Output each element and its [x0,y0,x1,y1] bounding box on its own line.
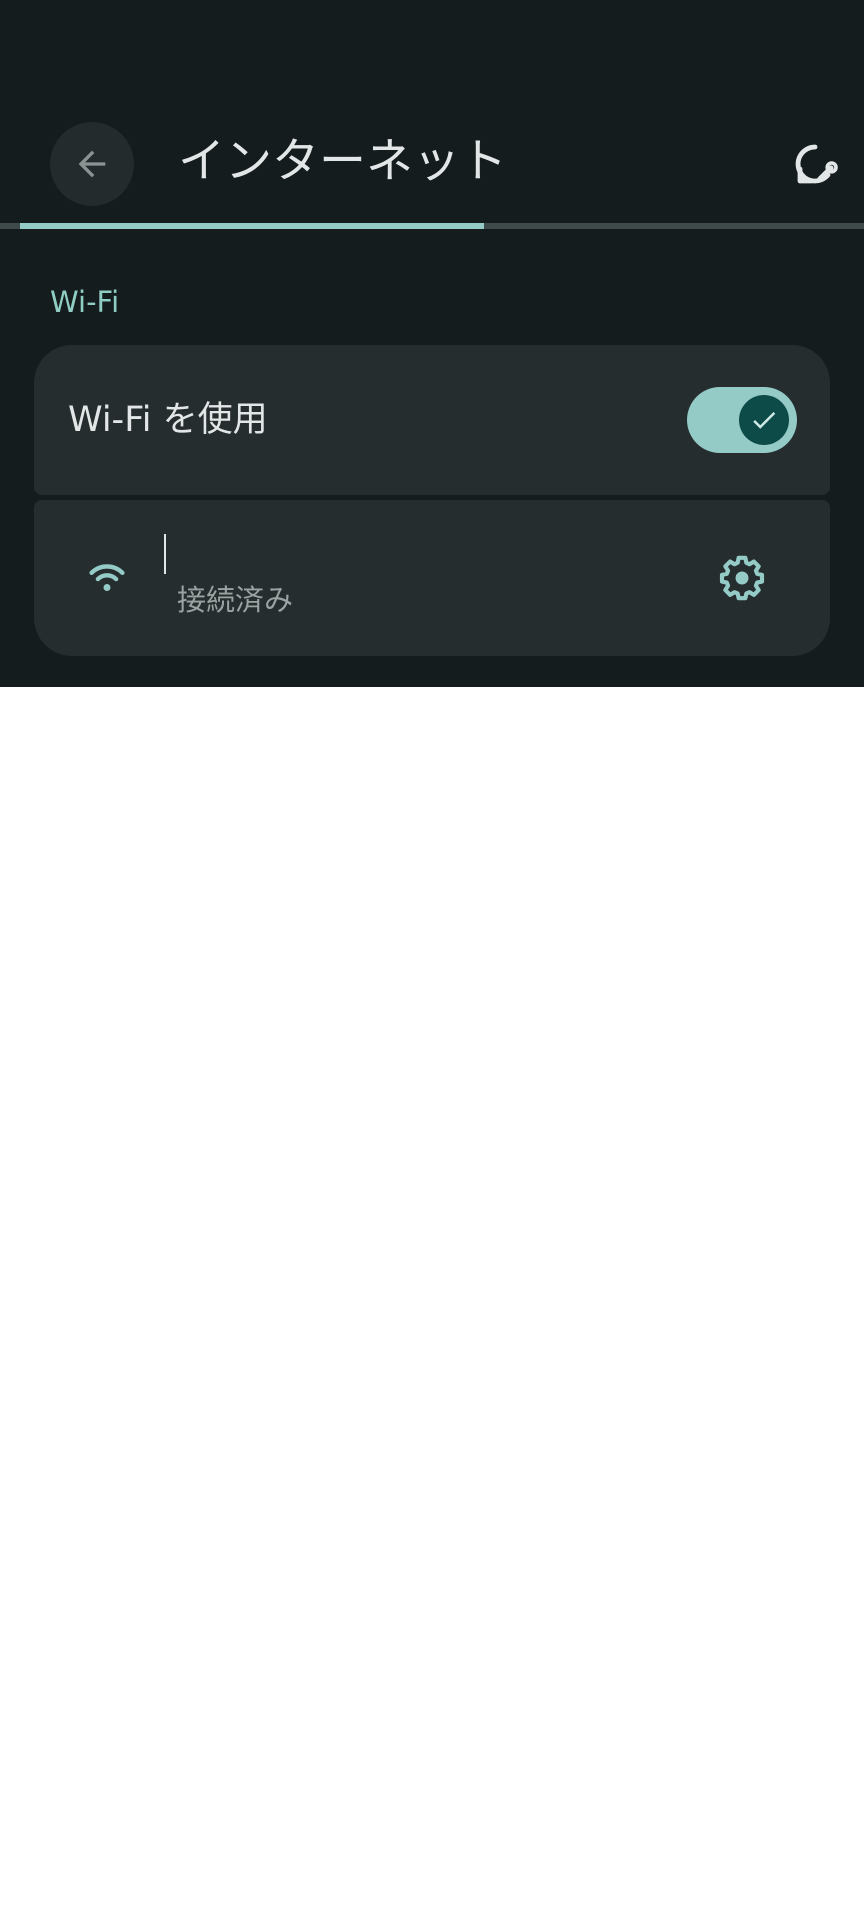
check-icon [753,411,776,429]
connected-network-row[interactable]: 接続済み [34,500,714,656]
loading-progress-bar [0,223,864,229]
wifi-icon [89,564,125,591]
internet-settings-screen: インターネット Wi-Fi Wi-Fi を使用 接続済み [0,0,864,687]
loading-progress-fill [20,223,484,229]
network-reset-icon [795,144,838,184]
arrow-back-icon [78,150,106,178]
switch-thumb [739,395,789,445]
network-name [164,534,166,574]
gear-icon [719,555,765,601]
wifi-toggle-switch[interactable] [687,387,797,453]
wifi-section-label: Wi-Fi [50,285,120,319]
network-status: 接続済み [177,583,294,617]
network-settings-button[interactable] [714,550,770,606]
wifi-toggle-card: Wi-Fi を使用 [34,345,830,495]
wifi-toggle-label: Wi-Fi を使用 [68,400,268,440]
back-button[interactable] [50,122,134,206]
wifi-network-card: 接続済み [34,500,830,656]
page-title: インターネット [178,134,507,189]
network-reset-button[interactable] [790,140,840,190]
